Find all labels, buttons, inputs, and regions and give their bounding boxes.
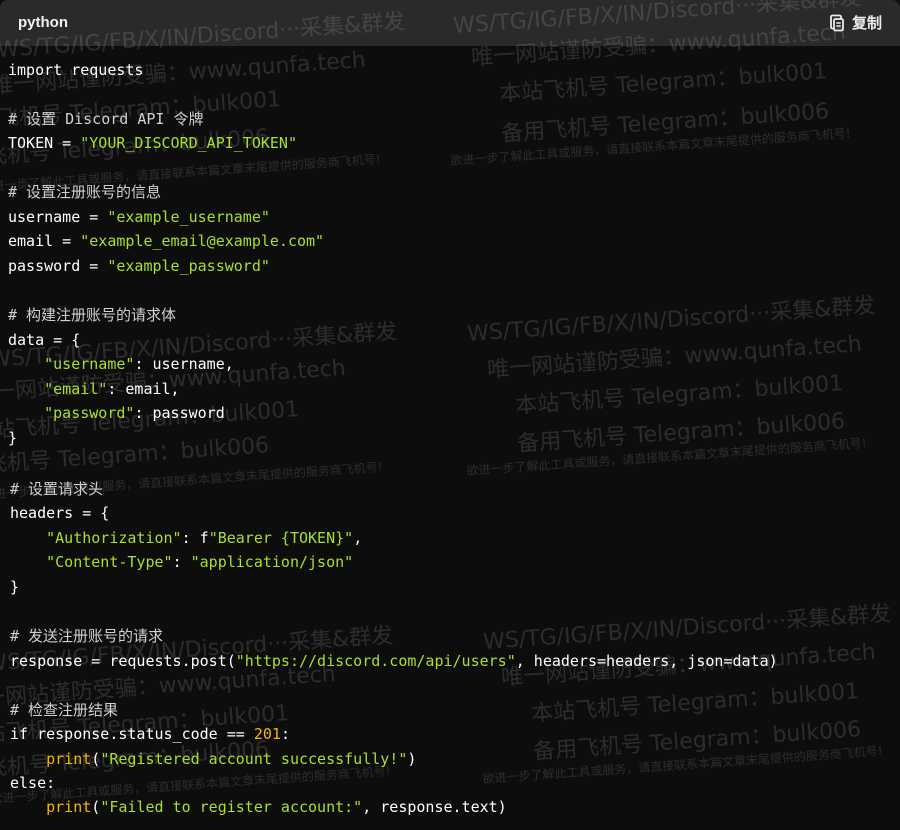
code-text: : username, bbox=[134, 355, 234, 373]
code-string: "Content-Type" bbox=[46, 553, 173, 571]
code-string: "YOUR_DISCORD_API_TOKEN" bbox=[80, 134, 297, 152]
watermark-line: 备用飞机号 Telegram：bulk006 bbox=[516, 409, 846, 457]
code-string: "username" bbox=[44, 355, 135, 373]
code-block: python 复制 WS/TG/IG/FB/X/IN/Discord···采集&… bbox=[0, 0, 900, 830]
code-line: } bbox=[10, 578, 20, 596]
code-string: "example_username" bbox=[107, 208, 270, 226]
code-text: ( bbox=[91, 798, 101, 816]
code-comment: # 设置注册账号的信息 bbox=[8, 183, 162, 201]
code-number: 201 bbox=[253, 725, 281, 743]
code-string: "password" bbox=[44, 404, 135, 422]
code-line: TOKEN = "YOUR_DISCORD_API_TOKEN" bbox=[8, 133, 297, 153]
code-string: "Bearer {TOKEN}" bbox=[208, 529, 354, 547]
code-line: if response.status_code == 201: bbox=[10, 724, 290, 744]
copy-icon bbox=[828, 14, 846, 32]
code-line: "email": email, bbox=[8, 379, 180, 399]
watermark-line: 欲进一步了解此工具或服务，请直接联系本篇文章末尾提供的服务商飞机号! bbox=[466, 436, 867, 478]
code-text: : f bbox=[181, 529, 209, 547]
code-comment: # 检查注册结果 bbox=[10, 701, 119, 719]
code-area[interactable]: WS/TG/IG/FB/X/IN/Discord···采集&群发 唯一网站谨防受… bbox=[0, 0, 900, 830]
code-line: } bbox=[8, 429, 18, 447]
watermark-line: 本站飞机号 Telegram：bulk001 bbox=[498, 59, 828, 107]
watermark-line: 备用飞机号 Telegram：bulk006 bbox=[532, 717, 862, 765]
code-line: password = "example_password" bbox=[8, 256, 270, 276]
code-text: , bbox=[353, 529, 363, 547]
code-line: email = "example_email@example.com" bbox=[8, 231, 324, 251]
code-builtin: print bbox=[46, 798, 92, 816]
watermark-line: 欲进一步了解此工具或服务，请直接联系本篇文章末尾提供的服务商飞机号! bbox=[482, 744, 883, 786]
code-line: else: bbox=[10, 774, 56, 792]
code-string: "Registered account successfully!" bbox=[100, 750, 408, 768]
code-text: ( bbox=[91, 750, 101, 768]
code-comment: # 构建注册账号的请求体 bbox=[8, 306, 177, 324]
code-text: email = bbox=[8, 232, 81, 250]
watermark-line: 本站飞机号 Telegram：bulk001 bbox=[530, 679, 860, 727]
code-string: "https://discord.com/api/users" bbox=[235, 652, 516, 670]
language-label: python bbox=[18, 14, 68, 31]
code-text: : email, bbox=[107, 380, 180, 398]
watermark-line: 本站飞机号 Telegram：bulk001 bbox=[514, 371, 844, 419]
code-string: "application/json" bbox=[190, 553, 354, 571]
code-comment: # 设置 Discord API 令牌 bbox=[8, 110, 204, 128]
code-text: : bbox=[280, 725, 290, 743]
code-text: response = requests.post( bbox=[10, 652, 236, 670]
code-text: if response.status_code == bbox=[10, 725, 254, 743]
watermark-line: WS/TG/IG/FB/X/IN/Discord···采集&群发 bbox=[466, 293, 876, 347]
code-line: "password": password bbox=[8, 403, 225, 423]
code-text: : password bbox=[134, 404, 225, 422]
watermark-line: WS/TG/IG/FB/X/IN/Discord···采集&群发 bbox=[482, 601, 892, 655]
code-line: response = requests.post("https://discor… bbox=[10, 651, 778, 671]
code-text: TOKEN = bbox=[8, 134, 81, 152]
code-text: : bbox=[172, 553, 191, 571]
code-string: "Failed to register account:" bbox=[100, 798, 363, 816]
code-text: , headers=headers, json=data) bbox=[515, 652, 778, 670]
code-line: headers = { bbox=[10, 504, 110, 522]
code-line: data = { bbox=[8, 331, 81, 349]
code-builtin: print bbox=[46, 750, 92, 768]
code-string: "example_email@example.com" bbox=[80, 232, 325, 250]
code-string: "Authorization" bbox=[46, 529, 182, 547]
watermark-line: 欲进一步了解此工具或服务，请直接联系本篇文章末尾提供的服务商飞机号! bbox=[450, 126, 851, 168]
code-text: ) bbox=[407, 750, 417, 768]
code-line: import requests bbox=[8, 61, 144, 79]
code-line: print("Failed to register account:", res… bbox=[10, 797, 507, 817]
watermark-line: 备用飞机号 Telegram：bulk006 bbox=[500, 99, 830, 147]
code-text: , response.text) bbox=[362, 798, 507, 816]
copy-button[interactable]: 复制 bbox=[828, 12, 882, 33]
code-string: "example_password" bbox=[107, 257, 270, 275]
code-line: username = "example_username" bbox=[8, 207, 270, 227]
code-line: "Authorization": f"Bearer {TOKEN}", bbox=[10, 528, 362, 548]
code-comment: # 设置请求头 bbox=[10, 480, 104, 498]
code-line: "username": username, bbox=[8, 354, 234, 374]
watermark-line: 备用飞机号 Telegram：bulk006 bbox=[0, 433, 270, 481]
code-text: password = bbox=[8, 257, 108, 275]
code-text: username = bbox=[8, 208, 108, 226]
code-line: print("Registered account successfully!"… bbox=[10, 749, 416, 769]
code-block-header: python 复制 bbox=[0, 0, 900, 46]
code-string: "email" bbox=[44, 380, 108, 398]
watermark-line: 唯一网站谨防受骗：www.qunfa.tech bbox=[486, 331, 863, 383]
code-comment: # 发送注册账号的请求 bbox=[10, 627, 164, 645]
code-line: "Content-Type": "application/json" bbox=[10, 552, 353, 572]
copy-label: 复制 bbox=[851, 15, 882, 32]
